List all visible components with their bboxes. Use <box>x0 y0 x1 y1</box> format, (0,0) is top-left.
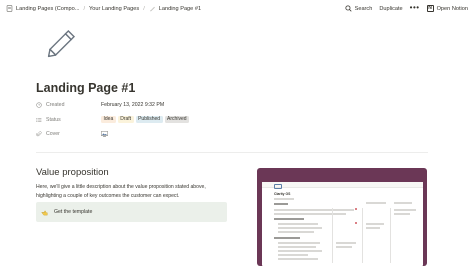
screenshot-line <box>394 202 412 204</box>
screenshot-logo-icon <box>274 184 282 189</box>
more-options-button[interactable]: ••• <box>409 2 420 12</box>
screenshot-divider <box>332 208 333 263</box>
screenshot-line <box>278 227 322 229</box>
property-status: Status Idea Draft Published Archived <box>36 114 296 125</box>
status-tag-idea[interactable]: Idea <box>101 115 116 124</box>
screenshot-line <box>274 213 346 215</box>
status-tag-draft[interactable]: Draft <box>117 115 134 124</box>
property-created: Created February 13, 2022 9:32 PM <box>36 99 296 110</box>
breadcrumb: Landing Pages (Compo... / Your Landing P… <box>6 0 201 17</box>
divider <box>36 152 428 153</box>
screenshot-content: Clarity OS <box>262 182 423 266</box>
screenshot-marker <box>355 208 357 210</box>
search-icon <box>345 5 352 12</box>
clock-icon <box>36 101 42 108</box>
cover-value[interactable] <box>101 130 108 137</box>
more-icon: ••• <box>409 2 420 12</box>
screenshot-line <box>274 237 300 239</box>
hand-pointer-icon <box>41 210 48 215</box>
breadcrumb-separator: / <box>83 5 85 12</box>
property-label: Status <box>46 116 61 123</box>
screenshot-divider <box>362 208 363 263</box>
screenshot-divider <box>390 208 391 263</box>
screenshot-line <box>394 209 416 211</box>
screenshot-line <box>274 209 354 211</box>
screenshot-line <box>366 223 384 225</box>
screenshot-line <box>274 218 304 220</box>
property-label: Created <box>46 101 65 108</box>
attachment-icon <box>36 130 42 136</box>
status-tag-published[interactable]: Published <box>135 115 163 124</box>
get-template-link[interactable]: Get the template <box>54 209 92 215</box>
screenshot-topbar <box>262 182 423 188</box>
created-value: February 13, 2022 9:32 PM <box>101 102 164 108</box>
screenshot-title: Clarity OS <box>274 192 291 196</box>
pencil-icon <box>149 6 155 12</box>
image-icon <box>101 130 108 137</box>
screenshot-line <box>278 231 314 233</box>
screenshot-line <box>278 246 316 248</box>
screenshot-line <box>366 202 386 204</box>
property-name[interactable]: Created <box>36 102 101 108</box>
list-icon <box>36 117 42 122</box>
status-tag-archived[interactable]: Archived <box>164 115 189 124</box>
breadcrumb-item-your-landing-pages[interactable]: Your Landing Pages <box>89 6 139 12</box>
search-label: Search <box>354 5 373 12</box>
status-tags[interactable]: Idea Draft Published Archived <box>101 115 189 124</box>
duplicate-button[interactable]: Duplicate <box>379 6 402 12</box>
get-template-callout[interactable]: Get the template <box>36 202 227 222</box>
screenshot-line <box>278 242 320 244</box>
breadcrumb-label: Your Landing Pages <box>89 5 140 12</box>
screenshot-line <box>336 246 352 248</box>
open-notion-button[interactable]: N Open Notion <box>426 5 468 12</box>
property-label: Cover <box>46 130 60 137</box>
property-name[interactable]: Cover <box>36 131 101 137</box>
screenshot-line <box>278 250 322 252</box>
property-cover: Cover <box>36 128 296 139</box>
screenshot-line <box>278 254 308 256</box>
screenshot-line <box>274 198 294 200</box>
section-heading: Value proposition <box>36 167 109 178</box>
screenshot-line <box>366 227 380 229</box>
top-bar: Landing Pages (Compo... / Your Landing P… <box>0 0 474 17</box>
screenshot-line <box>336 242 356 244</box>
breadcrumb-item-landing-page-1[interactable]: Landing Page #1 <box>149 5 201 12</box>
product-screenshot-image: Clarity OS <box>257 168 427 266</box>
page-title[interactable]: Landing Page #1 <box>36 81 135 95</box>
screenshot-marker <box>355 222 357 224</box>
breadcrumb-separator: / <box>143 5 145 12</box>
search-button[interactable]: Search <box>345 5 373 12</box>
screenshot-line <box>274 203 288 205</box>
open-notion-label: Open Notion <box>436 5 468 12</box>
section-paragraph: Here, we'll give a little description ab… <box>36 184 206 199</box>
screenshot-line <box>394 213 410 215</box>
pencil-icon[interactable] <box>45 28 79 58</box>
screenshot-line <box>278 223 318 225</box>
screenshot-line <box>278 258 318 260</box>
breadcrumb-label: Landing Pages (Compo... <box>16 5 80 12</box>
page-icon <box>6 5 13 12</box>
duplicate-label: Duplicate <box>379 5 403 12</box>
created-date: February 13, 2022 9:32 PM <box>101 101 165 108</box>
property-name[interactable]: Status <box>36 117 101 123</box>
notion-logo-icon: N <box>426 5 434 12</box>
topbar-actions: Search Duplicate ••• N Open Notion <box>345 0 468 17</box>
breadcrumb-item-landing-pages[interactable]: Landing Pages (Compo... <box>6 5 79 12</box>
breadcrumb-label: Landing Page #1 <box>158 5 202 12</box>
